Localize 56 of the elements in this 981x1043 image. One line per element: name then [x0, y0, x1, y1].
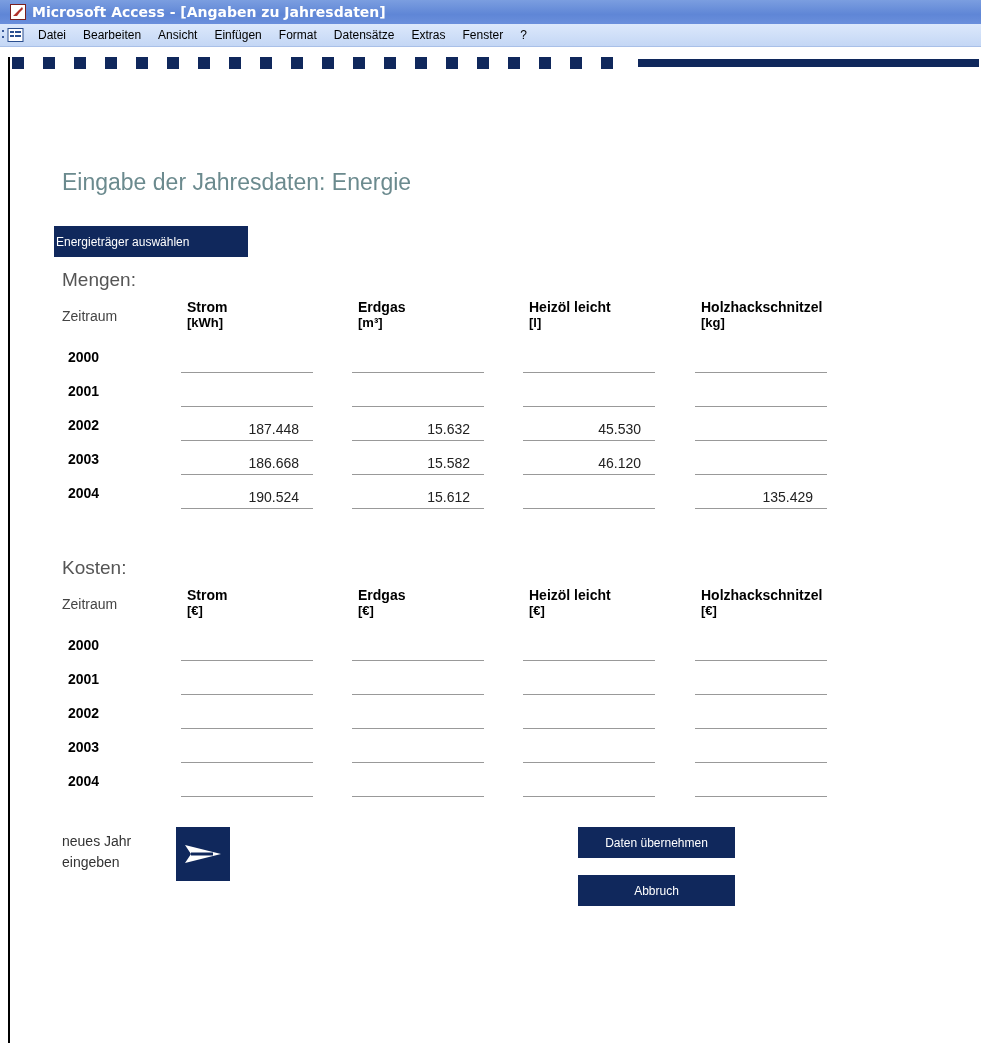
column-header: Zeitraum	[62, 596, 118, 612]
menu-item[interactable]: Format	[278, 28, 317, 42]
menu-item[interactable]: ?	[520, 28, 527, 42]
input-field[interactable]: 187.448	[181, 421, 313, 441]
menu-item[interactable]: Datensätze	[333, 28, 395, 42]
column-header: Heizöl leicht	[529, 299, 612, 315]
menu-item[interactable]: Ansicht	[158, 28, 198, 42]
year-label: 2002	[68, 417, 100, 433]
input-field[interactable]: 45.530	[523, 421, 655, 441]
column-header: Holzhackschnitzel	[701, 587, 824, 603]
window-title: Microsoft Access - [Angaben zu Jahresdaten]	[32, 4, 386, 20]
section-label: Kosten:	[62, 557, 128, 580]
unit-label: [€]	[187, 603, 204, 618]
unit-label: [l]	[529, 315, 543, 330]
input-field[interactable]: 135.429	[695, 489, 827, 509]
column-header: Erdgas	[358, 587, 407, 603]
year-label: 2000	[68, 349, 100, 365]
menu-item[interactable]: Bearbeiten	[83, 28, 142, 42]
unit-label: [€]	[358, 603, 375, 618]
year-label: 2001	[68, 671, 100, 687]
select-button[interactable]: Energieträger auswählen	[54, 226, 248, 257]
menu-item[interactable]: Einfügen	[214, 28, 262, 42]
menu-item[interactable]: Fenster	[462, 28, 504, 42]
year-label: 2001	[68, 383, 100, 399]
input-field[interactable]: 15.582	[352, 455, 484, 475]
input-field[interactable]: 46.120	[523, 455, 655, 475]
apply-button[interactable]: Daten übernehmen	[578, 827, 735, 858]
unit-label: [kWh]	[187, 315, 225, 330]
column-header: Erdgas	[358, 299, 407, 315]
column-header: Holzhackschnitzel	[701, 299, 824, 315]
unit-label: [€]	[701, 603, 718, 618]
menu-item[interactable]: Datei	[38, 28, 66, 42]
unit-label: [€]	[529, 603, 546, 618]
column-header: Strom	[187, 587, 229, 603]
input-field[interactable]: 15.632	[352, 421, 484, 441]
year-label: 2003	[68, 739, 100, 755]
section-label: Mengen:	[62, 269, 137, 292]
column-header: Strom	[187, 299, 229, 315]
form-heading: Eingabe der Jahresdaten: Energie	[62, 169, 413, 196]
input-field[interactable]: 186.668	[181, 455, 313, 475]
column-header: Zeitraum	[62, 308, 118, 324]
column-header: Heizöl leicht	[529, 587, 612, 603]
new-year-label: neues Jahr eingeben	[62, 832, 133, 872]
cancel-button[interactable]: Abbruch	[578, 875, 735, 906]
menu-item[interactable]: Extras	[411, 28, 446, 42]
input-field[interactable]: 190.524	[181, 489, 313, 509]
year-label: 2000	[68, 637, 100, 653]
unit-label: [m³]	[358, 315, 384, 330]
form-icon[interactable]	[2, 27, 24, 43]
next-button[interactable]	[176, 827, 230, 881]
year-label: 2004	[68, 773, 100, 789]
year-label: 2004	[68, 485, 100, 501]
year-label: 2002	[68, 705, 100, 721]
year-label: 2003	[68, 451, 100, 467]
unit-label: [kg]	[701, 315, 726, 330]
input-field[interactable]: 15.612	[352, 489, 484, 509]
